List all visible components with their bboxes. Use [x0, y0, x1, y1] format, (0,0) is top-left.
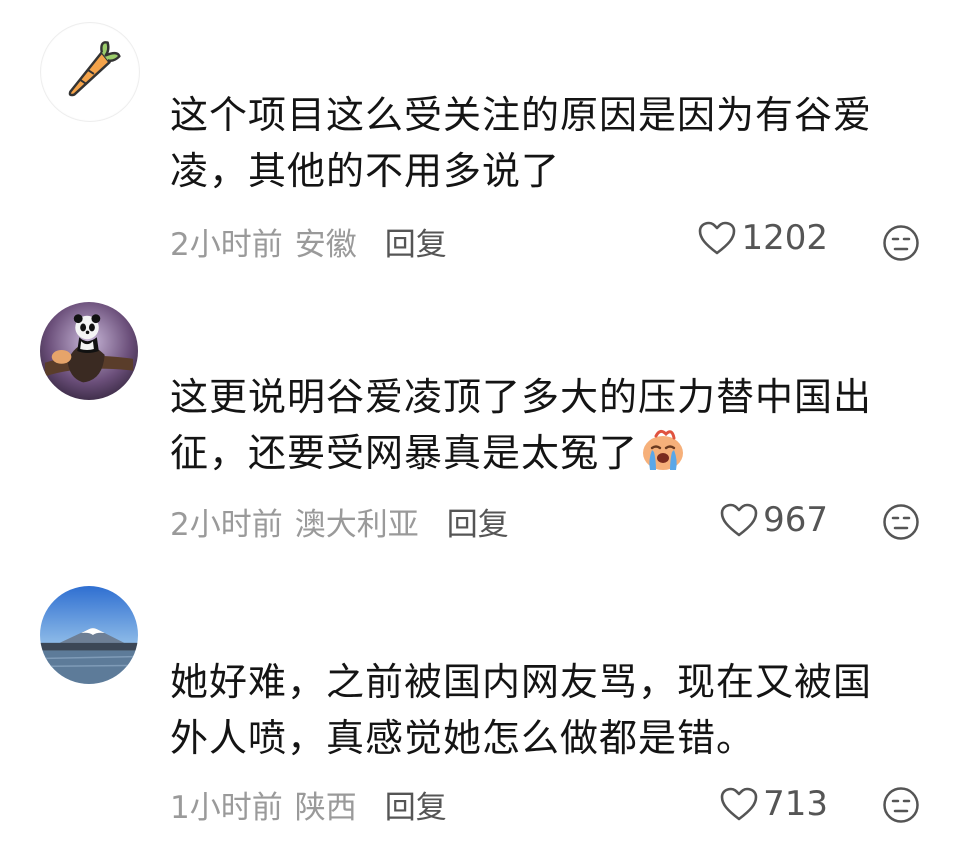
user-avatar[interactable] — [40, 302, 138, 400]
comment-location: 陕西 — [294, 790, 357, 826]
comment-meta: 1小时前 陕西 回复 — [170, 782, 447, 827]
heart-icon — [720, 787, 758, 821]
reply-button[interactable]: 回复 — [385, 227, 447, 263]
dislike-face-icon[interactable] — [882, 786, 920, 824]
reply-button[interactable]: 回复 — [447, 507, 509, 543]
comment-location: 安徽 — [294, 227, 357, 263]
panda-avatar — [40, 302, 138, 400]
dislike-face-icon[interactable] — [882, 224, 920, 262]
crying-face-emoji — [643, 429, 684, 470]
comment-meta: 2小时前 安徽 回复 — [170, 219, 447, 264]
comment-time: 1小时前 — [170, 790, 283, 826]
dislike-face-icon[interactable] — [882, 503, 920, 541]
user-avatar[interactable] — [40, 22, 140, 122]
comment-meta: 2小时前 澳大利亚 回复 — [170, 499, 509, 544]
comment-text: 她好难，之前被国内网友骂，现在又被国外人喷，真感觉她怎么做都是错。 — [170, 660, 873, 760]
like-count: 1202 — [741, 218, 828, 258]
heart-icon — [699, 221, 736, 255]
comment-time: 2小时前 — [170, 227, 283, 263]
comment-text: 这个项目这么受关注的原因是因为有谷爱凌，其他的不用多说了 — [170, 93, 873, 193]
mountain-avatar — [40, 586, 138, 684]
comment-text: 这更说明谷爱凌顶了多大的压力替中国出征，还要受网暴真是太冤了 — [170, 375, 873, 475]
comment-location: 澳大利亚 — [294, 507, 419, 543]
reply-button[interactable]: 回复 — [385, 790, 447, 826]
like-button[interactable]: 967 — [719, 500, 828, 540]
like-count: 713 — [763, 784, 828, 824]
like-count: 967 — [763, 500, 828, 540]
like-button[interactable]: 713 — [719, 784, 828, 824]
carrot-icon — [41, 23, 139, 121]
user-avatar[interactable] — [40, 586, 138, 684]
heart-icon — [720, 503, 758, 537]
comment-time: 2小时前 — [170, 507, 283, 543]
like-button[interactable]: 1202 — [697, 218, 828, 258]
